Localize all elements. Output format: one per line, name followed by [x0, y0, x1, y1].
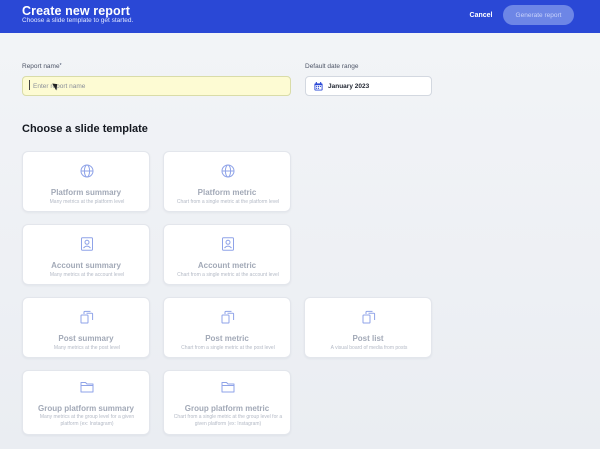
template-description: Chart from a single metric at the accoun…	[177, 272, 279, 278]
template-card-platform-metric[interactable]: Platform metric Chart from a single metr…	[163, 151, 291, 212]
template-title: Account summary	[51, 261, 121, 270]
posts-icon	[221, 310, 235, 324]
posts-icon	[362, 310, 376, 324]
template-card-group-platform-summary[interactable]: Group platform summary Many metrics at t…	[22, 370, 150, 435]
template-title: Platform metric	[197, 188, 257, 197]
globe-icon	[80, 164, 94, 178]
template-description: Chart from a single metric at the platfo…	[176, 199, 280, 205]
page-subtitle: Choose a slide template to get started.	[22, 17, 134, 24]
folder-icon	[80, 382, 94, 393]
date-range-selector[interactable]: January 2023	[305, 76, 432, 96]
text-cursor	[29, 80, 30, 90]
template-title: Group platform summary	[37, 404, 134, 413]
template-description: Many metrics at the account level	[49, 272, 125, 278]
template-title: Post metric	[205, 334, 249, 343]
report-name-input[interactable]	[22, 76, 291, 96]
posts-icon	[80, 310, 94, 324]
template-title: Post list	[352, 334, 384, 343]
template-title: Account metric	[197, 261, 257, 270]
globe-icon	[221, 164, 235, 178]
template-card-account-metric[interactable]: Account metric Chart from a single metri…	[163, 224, 291, 285]
template-card-post-list[interactable]: Post list A visual board of media from p…	[304, 297, 432, 358]
template-description: Chart from a single metric at the post l…	[181, 345, 275, 351]
template-card-platform-summary[interactable]: Platform summary Many metrics at the pla…	[22, 151, 150, 212]
template-description: Many metrics at the group level for a gi…	[39, 414, 135, 427]
template-card-group-platform-metric[interactable]: Group platform metric Chart from a singl…	[163, 370, 291, 435]
template-description: Chart from a single metric at the group …	[173, 414, 283, 427]
calendar-icon	[314, 82, 323, 91]
template-title: Platform summary	[50, 188, 122, 197]
template-description: Many metrics at the post level	[53, 345, 121, 351]
report-name-label: Report name*	[22, 63, 62, 70]
template-title: Post summary	[58, 334, 114, 343]
account-icon	[81, 237, 93, 251]
page-title: Create new report	[22, 4, 130, 18]
template-card-post-summary[interactable]: Post summary Many metrics at the post le…	[22, 297, 150, 358]
date-range-value: January 2023	[328, 83, 370, 90]
section-title: Choose a slide template	[22, 123, 148, 135]
template-title: Group platform metric	[184, 404, 270, 413]
report-name-label-text: Report name	[22, 63, 60, 70]
template-description: Many metrics at the platform level	[49, 199, 125, 205]
account-icon	[222, 237, 234, 251]
header-bar: Create new report Choose a slide templat…	[0, 0, 600, 33]
template-card-account-summary[interactable]: Account summary Many metrics at the acco…	[22, 224, 150, 285]
template-card-post-metric[interactable]: Post metric Chart from a single metric a…	[163, 297, 291, 358]
required-mark: *	[59, 63, 62, 69]
folder-icon	[221, 382, 235, 393]
generate-report-button[interactable]: Generate report	[503, 5, 574, 25]
template-description: A visual board of media from posts	[330, 345, 408, 351]
cancel-button[interactable]: Cancel	[463, 9, 499, 21]
date-range-label: Default date range	[305, 63, 359, 70]
